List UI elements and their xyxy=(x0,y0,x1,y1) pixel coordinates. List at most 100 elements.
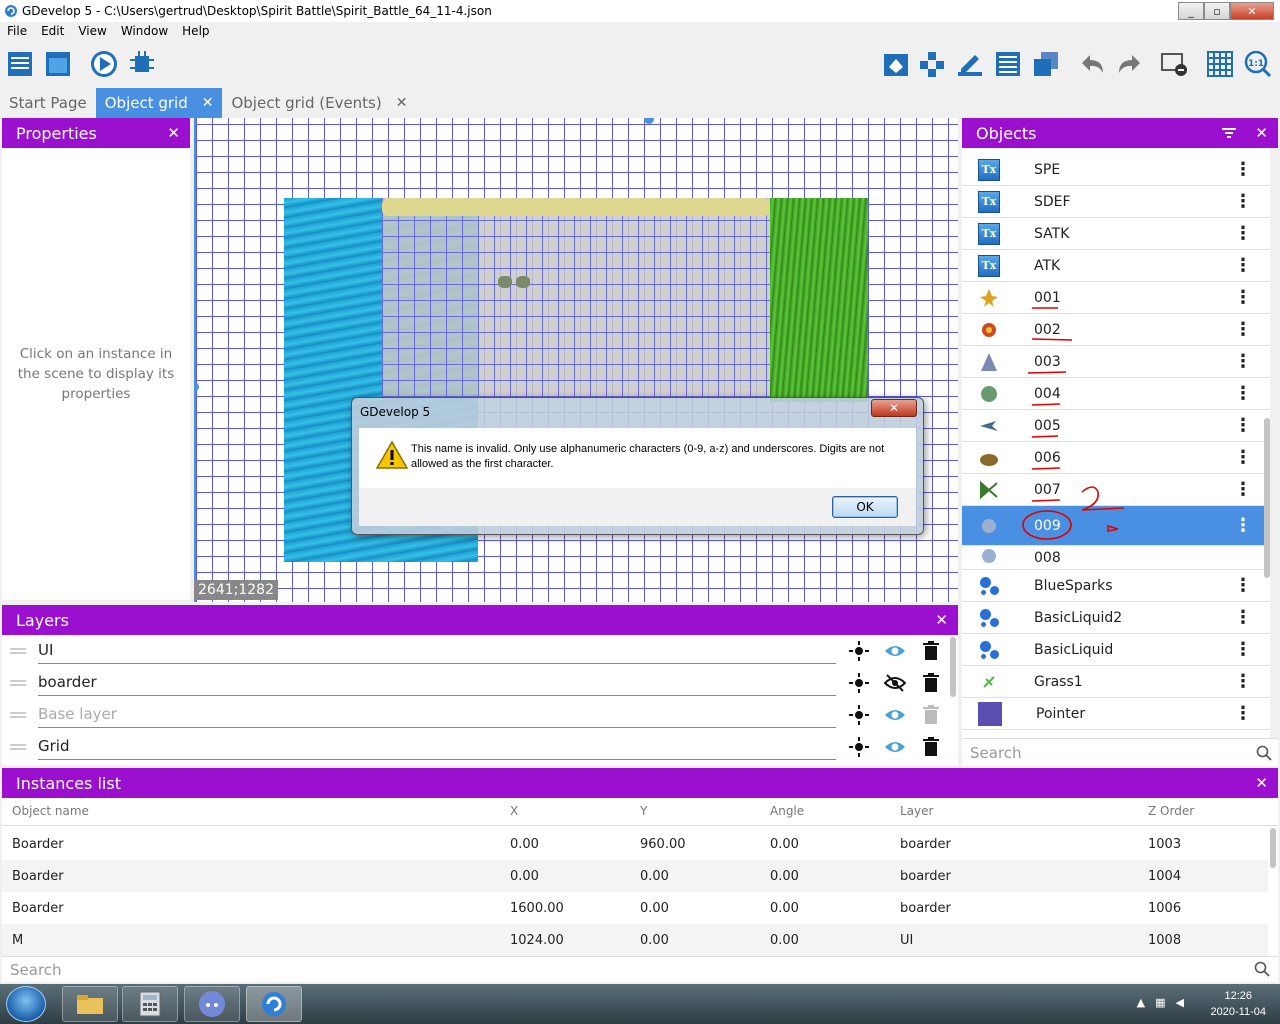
resize-handle[interactable] xyxy=(644,118,654,124)
objects-scrollbar[interactable] xyxy=(1264,418,1270,578)
window-mask-icon[interactable] xyxy=(1158,48,1190,80)
minimize-button[interactable]: _ xyxy=(1178,2,1204,20)
layer-row[interactable]: UI xyxy=(2,635,958,667)
drag-handle-icon[interactable] xyxy=(10,648,26,654)
close-icon[interactable]: ✕ xyxy=(167,124,180,142)
network-icon[interactable]: ▦ xyxy=(1155,996,1165,1009)
more-options-icon[interactable]: ⋮ xyxy=(1234,640,1252,658)
start-button[interactable] xyxy=(6,986,46,1022)
resize-handle[interactable] xyxy=(194,382,199,392)
more-options-icon[interactable]: ⋮ xyxy=(1234,608,1252,626)
redo-icon[interactable] xyxy=(1114,48,1146,80)
tab-object-grid-events[interactable]: Object grid (Events) ✕ xyxy=(222,88,416,118)
drag-handle-icon[interactable] xyxy=(10,680,26,686)
toolbar: 1:1 xyxy=(0,44,1280,86)
layers-scrollbar[interactable] xyxy=(950,637,956,697)
instances-scrollbar[interactable] xyxy=(1270,828,1276,868)
list-item[interactable]: BasicLiquid2 ⋮ xyxy=(962,602,1270,634)
drag-handle-icon[interactable] xyxy=(10,744,26,750)
close-icon[interactable]: ✕ xyxy=(1255,124,1268,142)
tab-start-page[interactable]: Start Page xyxy=(0,88,96,118)
svg-text:1:1: 1:1 xyxy=(1248,59,1264,69)
table-row[interactable]: Boarder 0.00 960.00 0.00 boarder 1003 xyxy=(2,828,1268,860)
layer-effects-icon[interactable] xyxy=(848,640,870,662)
close-icon[interactable]: ✕ xyxy=(1255,774,1268,792)
properties-editor-icon[interactable] xyxy=(954,48,986,80)
more-options-icon[interactable]: ⋮ xyxy=(1234,672,1252,690)
column-header[interactable]: Layer xyxy=(900,804,933,818)
project-manager-icon[interactable] xyxy=(4,48,36,80)
gdevelop-taskbar-icon[interactable] xyxy=(246,986,302,1022)
delete-trash-icon[interactable] xyxy=(920,736,942,758)
dialog-close-button[interactable]: ✕ xyxy=(871,399,917,417)
column-header[interactable]: Object name xyxy=(12,804,89,818)
instances-list-icon[interactable] xyxy=(992,48,1024,80)
menu-edit[interactable]: Edit xyxy=(34,22,71,42)
layer-name[interactable]: UI xyxy=(38,641,836,664)
tab-object-grid[interactable]: Object grid ✕ xyxy=(95,88,223,118)
visibility-eye-icon[interactable] xyxy=(884,640,906,662)
debugger-icon[interactable] xyxy=(126,48,158,80)
ok-button[interactable]: OK xyxy=(832,496,898,518)
instances-editor-icon[interactable] xyxy=(880,48,912,80)
search-icon[interactable] xyxy=(1256,745,1272,761)
layers-editor-icon[interactable] xyxy=(1030,48,1062,80)
column-header[interactable]: Z Order xyxy=(1148,804,1194,818)
layer-row[interactable]: boarder xyxy=(2,667,958,699)
zoom-reset-icon[interactable]: 1:1 xyxy=(1242,48,1274,80)
list-item[interactable]: BlueSparks ⋮ xyxy=(962,570,1270,602)
system-clock[interactable]: 12:26 2020-11-04 xyxy=(1211,988,1266,1020)
window-close-button[interactable]: ✕ xyxy=(1230,2,1274,20)
close-icon[interactable]: ✕ xyxy=(935,611,948,629)
close-tab-icon[interactable]: ✕ xyxy=(202,95,214,111)
maximize-button[interactable]: ▫ xyxy=(1204,2,1230,20)
drag-handle-icon[interactable] xyxy=(10,712,26,718)
menu-help[interactable]: Help xyxy=(175,22,216,42)
column-header[interactable]: X xyxy=(510,804,518,818)
preview-play-icon[interactable] xyxy=(88,48,120,80)
close-tab-icon[interactable]: ✕ xyxy=(396,95,408,111)
list-item[interactable]: Grass1 ⋮ xyxy=(962,666,1270,698)
undo-icon[interactable] xyxy=(1076,48,1108,80)
layer-name[interactable]: Grid xyxy=(38,737,836,760)
layer-row[interactable]: Grid xyxy=(2,731,958,763)
delete-trash-icon[interactable] xyxy=(920,672,942,694)
visibility-off-icon[interactable] xyxy=(884,672,906,694)
more-options-icon[interactable]: ⋮ xyxy=(1234,704,1252,722)
visibility-eye-icon[interactable] xyxy=(884,736,906,758)
table-row[interactable]: Boarder 0.00 0.00 0.00 boarder 1004 xyxy=(2,860,1268,892)
menu-view[interactable]: View xyxy=(71,22,113,42)
layer-effects-icon[interactable] xyxy=(848,704,870,726)
objects-search-input[interactable]: Search xyxy=(962,738,1278,766)
layer-effects-icon[interactable] xyxy=(848,736,870,758)
visibility-eye-icon[interactable] xyxy=(884,704,906,726)
table-row[interactable]: M 1024.00 0.00 0.00 UI 1008 xyxy=(2,924,1268,956)
tray-arrow-icon[interactable]: ▲ xyxy=(1137,996,1145,1009)
volume-icon[interactable]: ◀ xyxy=(1176,996,1184,1009)
layer-effects-icon[interactable] xyxy=(848,672,870,694)
scene-editor-icon[interactable] xyxy=(42,48,74,80)
discord-taskbar-icon[interactable] xyxy=(184,986,240,1022)
search-icon[interactable] xyxy=(1254,961,1270,977)
instances-search-input[interactable]: Search xyxy=(2,956,1278,982)
layer-name[interactable]: boarder xyxy=(38,673,836,696)
delete-trash-icon[interactable] xyxy=(920,640,942,662)
column-header[interactable]: Y xyxy=(640,804,647,818)
column-header[interactable]: Angle xyxy=(770,804,804,818)
panel-title: Properties xyxy=(16,123,97,143)
instances-table: Object name X Y Angle Layer Z Order Boar… xyxy=(2,798,1278,956)
list-item[interactable]: Pointer ⋮ xyxy=(962,698,1270,730)
file-explorer-taskbar-icon[interactable] xyxy=(62,986,118,1022)
layer-row[interactable]: Base layer xyxy=(2,699,958,731)
gdevelop-logo-icon xyxy=(5,5,17,17)
calculator-taskbar-icon[interactable] xyxy=(122,986,178,1022)
menu-file[interactable]: File xyxy=(0,22,34,42)
filter-icon[interactable] xyxy=(1222,127,1236,139)
objects-editor-icon[interactable] xyxy=(916,48,948,80)
menu-window[interactable]: Window xyxy=(114,22,175,42)
grid-toggle-icon[interactable] xyxy=(1204,48,1236,80)
more-options-icon[interactable]: ⋮ xyxy=(1234,576,1252,594)
layer-name[interactable]: Base layer xyxy=(38,705,836,728)
list-item[interactable]: BasicLiquid ⋮ xyxy=(962,634,1270,666)
table-row[interactable]: Boarder 1600.00 0.00 0.00 boarder 1006 xyxy=(2,892,1268,924)
